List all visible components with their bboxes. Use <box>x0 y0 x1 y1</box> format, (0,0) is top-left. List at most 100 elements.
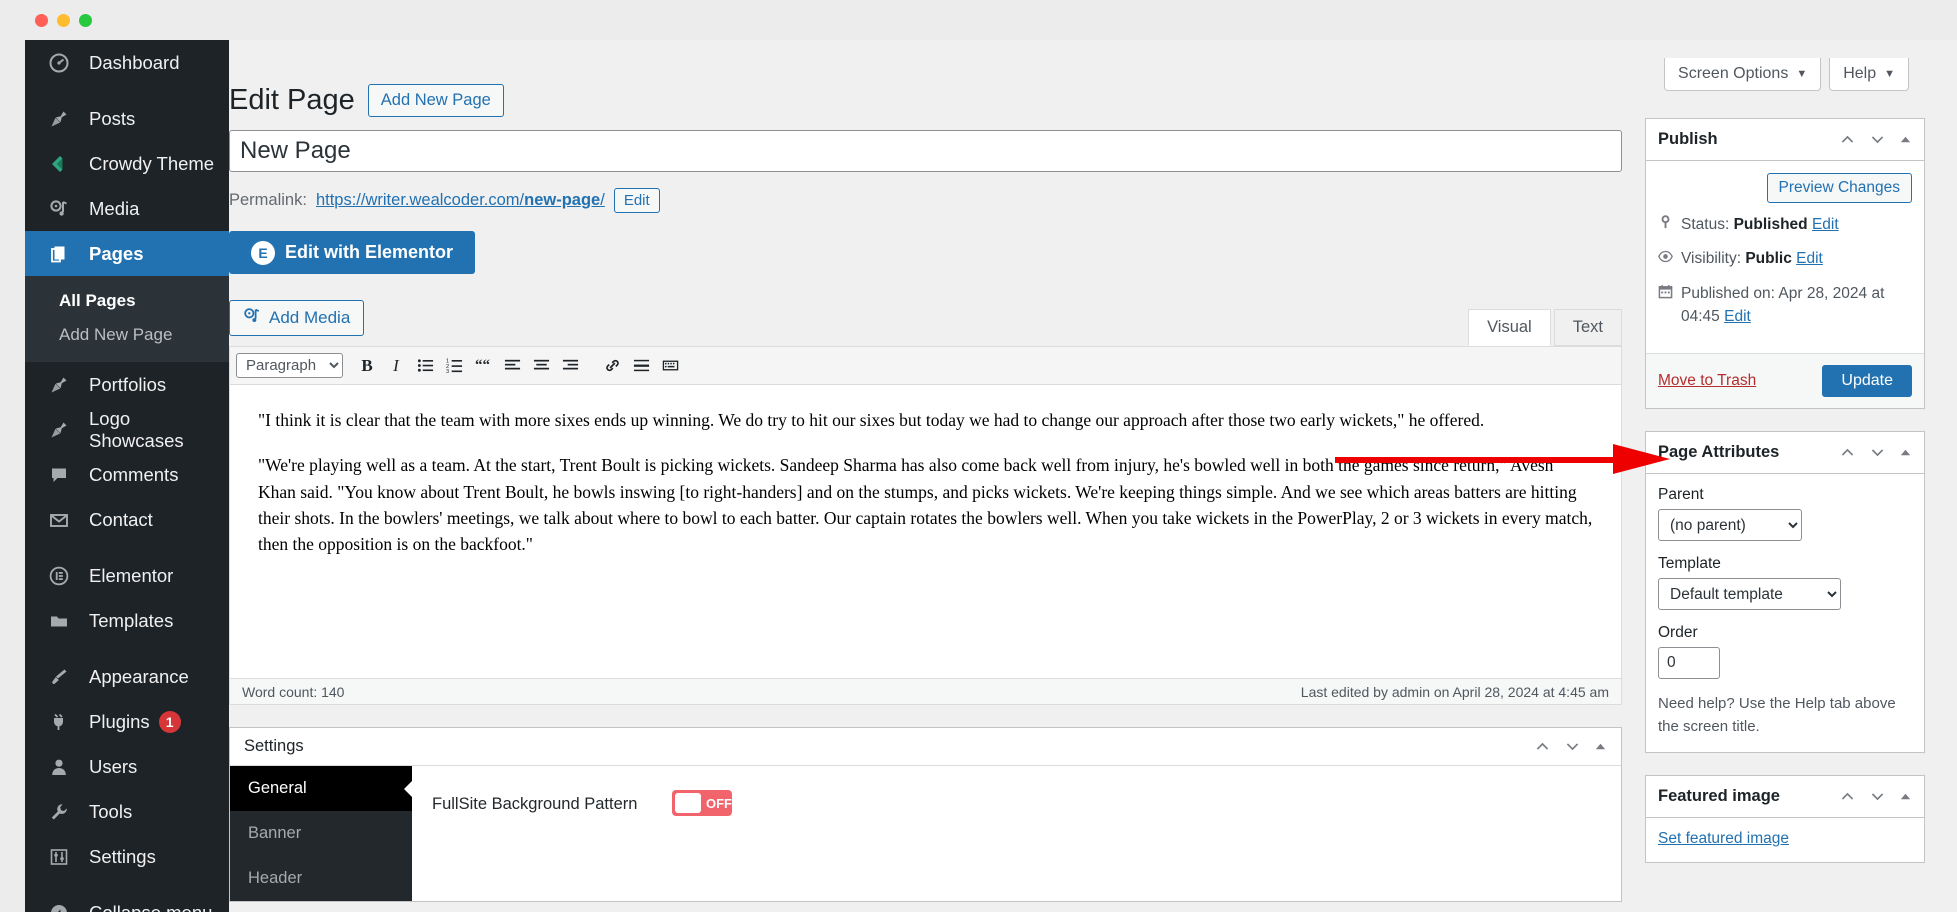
settings-tab-banner[interactable]: Banner <box>230 811 412 856</box>
editor-content-body[interactable]: "I think it is clear that the team with … <box>230 385 1621 678</box>
sidebar-item-label: Templates <box>89 609 174 631</box>
status-label: Status: <box>1681 216 1730 233</box>
sidebar-item-dashboard[interactable]: Dashboard <box>25 40 229 85</box>
post-title-input[interactable] <box>229 130 1622 172</box>
page-attributes-help-text: Need help? Use the Help tab above the sc… <box>1658 695 1896 735</box>
sidebar-item-appearance[interactable]: Appearance <box>25 654 229 699</box>
pin-icon <box>49 109 77 129</box>
triangle-up-icon[interactable] <box>1899 446 1912 459</box>
edit-status-link[interactable]: Edit <box>1812 216 1839 233</box>
submenu-item-label: Add New Page <box>59 325 173 344</box>
preview-changes-button[interactable]: Preview Changes <box>1766 173 1912 203</box>
template-select[interactable]: Default template <box>1658 578 1841 610</box>
chevron-up-icon[interactable] <box>1839 444 1856 461</box>
add-new-page-button[interactable]: Add New Page <box>367 84 504 118</box>
pin-icon <box>49 420 77 440</box>
sidebar-item-elementor[interactable]: Elementor <box>25 553 229 598</box>
update-button[interactable]: Update <box>1822 365 1912 397</box>
sidebar-item-plugins[interactable]: Plugins 1 <box>25 699 229 744</box>
permalink-link[interactable]: https://writer.wealcoder.com/new-page/ <box>316 191 605 210</box>
set-featured-image-link[interactable]: Set featured image <box>1658 830 1789 847</box>
sidebar-item-media[interactable]: Media <box>25 186 229 231</box>
order-label: Order <box>1658 624 1698 641</box>
theme-settings-metabox: Settings General Banner Header FullSite … <box>229 727 1622 902</box>
collapse-arrow-icon <box>49 903 77 912</box>
toolbar-toggle-icon[interactable] <box>657 353 683 379</box>
sidebar-item-settings[interactable]: Settings <box>25 834 229 879</box>
publish-visibility-text: Visibility: Public Edit <box>1681 247 1823 270</box>
move-to-trash-link[interactable]: Move to Trash <box>1658 372 1756 390</box>
status-value: Published <box>1733 216 1808 233</box>
align-center-icon[interactable] <box>528 353 554 379</box>
permalink-prefix: https://writer.wealcoder.com/ <box>315 191 525 209</box>
sidebar-item-posts[interactable]: Posts <box>25 96 229 141</box>
align-right-icon[interactable] <box>557 353 583 379</box>
page-attributes-metabox: Page Attributes Parent (no parent) Templ… <box>1645 431 1925 753</box>
sidebar-item-crowdy-theme[interactable]: Crowdy Theme <box>25 141 229 186</box>
italic-icon[interactable]: I <box>383 353 409 379</box>
chevron-down-icon[interactable] <box>1869 788 1886 805</box>
blockquote-icon[interactable]: ““ <box>470 353 496 379</box>
key-icon <box>1658 215 1673 230</box>
tab-text[interactable]: Text <box>1553 309 1622 346</box>
triangle-up-icon[interactable] <box>1899 790 1912 803</box>
settings-tab-general[interactable]: General <box>230 766 412 811</box>
sidebar-item-tools[interactable]: Tools <box>25 789 229 834</box>
link-icon[interactable] <box>599 353 625 379</box>
sidebar-item-portfolios[interactable]: Portfolios <box>25 362 229 407</box>
help-label: Help <box>1843 65 1877 82</box>
menu-order-input[interactable] <box>1658 647 1720 679</box>
svg-text:3: 3 <box>446 369 449 374</box>
settings-metabox-body: General Banner Header FullSite Backgroun… <box>230 766 1621 901</box>
sidebar-item-comments[interactable]: Comments <box>25 452 229 497</box>
crowdy-theme-icon <box>49 154 77 174</box>
tab-visual[interactable]: Visual <box>1468 309 1551 346</box>
sidebar-item-templates[interactable]: Templates <box>25 598 229 643</box>
numbered-list-icon[interactable]: 123 <box>441 353 467 379</box>
sidebar-item-contact[interactable]: Contact <box>25 497 229 542</box>
page-attributes-metabox-handles <box>1839 444 1912 461</box>
calendar-icon <box>1658 284 1673 299</box>
close-window-button[interactable] <box>35 14 48 27</box>
read-more-icon[interactable] <box>628 353 654 379</box>
sidebar-item-users[interactable]: Users <box>25 744 229 789</box>
help-button[interactable]: Help ▼ <box>1829 58 1909 91</box>
edit-visibility-link[interactable]: Edit <box>1796 250 1823 267</box>
fullsite-background-pattern-toggle[interactable]: OFF <box>672 790 732 816</box>
collapse-menu-button[interactable]: Collapse menu <box>25 890 229 912</box>
permalink-suffix: / <box>600 191 605 209</box>
edit-permalink-button[interactable]: Edit <box>613 188 660 213</box>
settings-tab-header[interactable]: Header <box>230 856 412 901</box>
triangle-up-icon[interactable] <box>1899 133 1912 146</box>
edit-with-elementor-button[interactable]: E Edit with Elementor <box>229 231 476 274</box>
bold-icon[interactable]: B <box>354 353 380 379</box>
submenu-item-all-pages[interactable]: All Pages <box>25 284 229 318</box>
screen-options-button[interactable]: Screen Options ▼ <box>1664 58 1822 91</box>
sidebar-item-label: Contact <box>89 508 153 530</box>
chevron-up-icon[interactable] <box>1534 738 1551 755</box>
add-media-button[interactable]: Add Media <box>229 300 365 336</box>
chevron-down-icon[interactable] <box>1564 738 1581 755</box>
chevron-up-icon[interactable] <box>1839 131 1856 148</box>
paragraph-format-select[interactable]: Paragraph <box>236 353 343 378</box>
chevron-down-icon[interactable] <box>1869 444 1886 461</box>
user-icon <box>49 757 77 777</box>
media-icon <box>49 199 77 219</box>
sidebar-item-logo-showcases[interactable]: Logo Showcases <box>25 407 229 452</box>
parent-select[interactable]: (no parent) <box>1658 509 1802 541</box>
setting-label-fullsite-background-pattern: FullSite Background Pattern <box>432 795 638 813</box>
menu-separator <box>25 879 229 890</box>
edit-published-date-link[interactable]: Edit <box>1724 308 1751 325</box>
chevron-up-icon[interactable] <box>1839 788 1856 805</box>
triangle-up-icon[interactable] <box>1594 740 1607 753</box>
maximize-window-button[interactable] <box>79 14 92 27</box>
align-left-icon[interactable] <box>499 353 525 379</box>
bulleted-list-icon[interactable] <box>412 353 438 379</box>
sidebar-item-label: Comments <box>89 463 179 485</box>
minimize-window-button[interactable] <box>57 14 70 27</box>
publish-visibility-row: Visibility: Public Edit <box>1658 247 1912 270</box>
submenu-item-add-new-page[interactable]: Add New Page <box>25 318 229 352</box>
sidebar-item-pages[interactable]: Pages <box>25 231 229 276</box>
chevron-down-icon[interactable] <box>1869 131 1886 148</box>
last-edited-info: Last edited by admin on April 28, 2024 a… <box>1300 683 1609 700</box>
